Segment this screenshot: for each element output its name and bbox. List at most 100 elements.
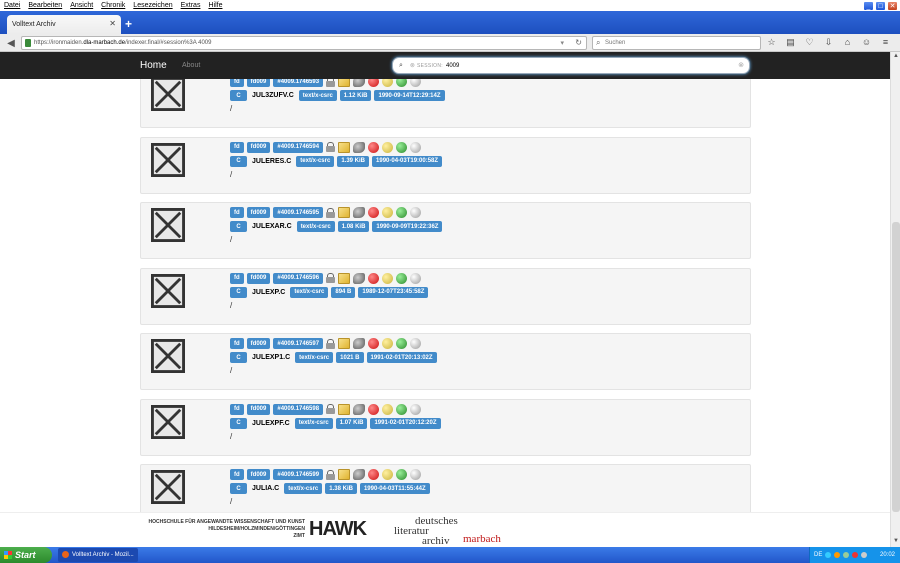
language-badge[interactable]: C [230,155,247,167]
lock-icon[interactable] [326,469,336,480]
red-status-icon[interactable] [368,338,380,349]
menu-item-chronik[interactable]: Chronik [101,2,125,9]
green-status-icon[interactable] [396,469,408,480]
hawk-logo[interactable]: HAWK [309,518,367,541]
minimize-button[interactable]: _ [863,1,874,11]
hamburger-menu-icon[interactable]: ≡ [880,37,891,48]
date-badge[interactable]: 1991-02-01T20:13:02Z [366,352,437,363]
file-path[interactable]: / [230,235,232,244]
disk-id-badge[interactable]: fd009 [246,79,271,87]
fd-badge[interactable]: fd [230,79,244,87]
file-name[interactable]: JULEXAR.C [252,223,292,230]
network-icon[interactable] [825,552,832,558]
green-status-icon[interactable] [396,338,408,349]
item-ref-badge[interactable]: #4009.1746593 [273,79,324,87]
item-ref-badge[interactable]: #4009.1746596 [273,272,324,284]
file-size-badge[interactable]: 1.38 KiB [325,483,357,494]
green-status-icon[interactable] [396,272,408,284]
image-icon[interactable] [338,79,351,87]
file-size-badge[interactable]: 1.08 KiB [337,221,370,232]
item-ref-badge[interactable]: #4009.1746598 [273,403,324,415]
page-scrollbar[interactable]: ▲ ▼ [890,52,900,547]
missing-image-icon[interactable] [151,273,185,308]
yellow-status-icon[interactable] [382,79,394,87]
missing-image-icon[interactable] [151,404,185,439]
green-status-icon[interactable] [396,141,408,153]
mime-type-badge[interactable]: text/x-csrc [290,286,329,298]
result-card[interactable]: fd fd009 #4009.1746596 C JULEXP.C text/x-csrc… [140,267,751,325]
result-card[interactable]: fd fd009 #4009.1746599 C JULIA.C text/x-csrc 1… [140,464,751,512]
result-card[interactable]: fd fd009 #4009.1746593 C JUL3ZUFV.C text/x-cs… [140,79,751,128]
mime-type-badge[interactable]: text/x-csrc [284,483,323,494]
file-path[interactable]: / [230,104,232,113]
menu-item-bearbeiten[interactable]: Bearbeiten [28,2,62,9]
image-icon[interactable] [338,141,351,153]
mime-type-badge[interactable]: text/x-csrc [298,90,337,101]
file-name[interactable]: JULERES.C [252,158,291,165]
lock-icon[interactable] [326,207,336,218]
disk-id-badge[interactable]: fd009 [246,469,271,480]
yellow-status-icon[interactable] [382,338,394,349]
red-status-icon[interactable] [368,79,380,87]
disk-id-badge[interactable]: fd009 [246,207,271,218]
pocket-icon[interactable]: ♡ [804,37,815,48]
maximize-button[interactable]: □ [875,1,886,11]
file-name[interactable]: JULEXP.C [252,289,285,296]
yellow-status-icon[interactable] [382,207,394,218]
missing-image-icon[interactable] [151,208,185,242]
grey-status-icon[interactable] [410,79,422,87]
item-ref-badge[interactable]: #4009.1746595 [273,207,324,218]
scrollbar-thumb[interactable] [892,222,900,512]
window-close-button[interactable]: ✕ [887,1,898,11]
file-size-badge[interactable]: 1.39 KiB [337,155,370,167]
tab-volltext-archiv[interactable]: Volltext Archiv ✕ [7,15,121,34]
file-path[interactable]: / [230,301,232,310]
download-icon[interactable]: ⇩ [823,37,834,48]
chat-icon[interactable]: ☺ [861,37,872,48]
menu-item-extras[interactable]: Extras [181,2,201,9]
result-card[interactable]: fd fd009 #4009.1746598 C JULEXPF.C text/x-csr… [140,398,751,456]
file-size-badge[interactable]: 894 B [331,286,356,298]
image-icon[interactable] [338,469,351,480]
file-path[interactable]: / [230,497,232,506]
missing-image-icon[interactable] [151,142,185,177]
fd-badge[interactable]: fd [230,338,244,349]
scroll-down-icon[interactable]: ▼ [892,538,900,546]
fd-badge[interactable]: fd [230,469,244,480]
url-dropdown-icon[interactable]: ▾ [560,39,564,47]
missing-image-icon[interactable] [151,339,185,373]
date-badge[interactable]: 1990-09-14T12:29:14Z [374,90,445,101]
home-link[interactable]: Home [140,60,167,71]
security-icon[interactable] [852,552,859,558]
file-path[interactable]: / [230,366,232,375]
red-status-icon[interactable] [368,141,380,153]
grey-status-icon[interactable] [410,338,422,349]
file-path[interactable]: / [230,432,232,441]
image-icon[interactable] [338,272,351,284]
grey-status-icon[interactable] [410,403,422,415]
mime-type-badge[interactable]: text/x-csrc [294,417,333,429]
language-badge[interactable]: C [230,352,247,363]
disk-id-badge[interactable]: fd009 [246,403,271,415]
image-icon[interactable] [338,207,351,218]
file-name[interactable]: JULIA.C [252,485,279,492]
lock-icon[interactable] [326,404,336,414]
tab-close-icon[interactable]: ✕ [109,19,116,28]
bookmark-star-icon[interactable]: ☆ [766,37,777,48]
fd-badge[interactable]: fd [230,403,244,415]
lock-icon[interactable] [326,338,336,349]
grey-status-icon[interactable] [410,141,422,153]
menu-item-hilfe[interactable]: Hilfe [208,2,222,9]
yellow-status-icon[interactable] [382,403,394,415]
lock-icon[interactable] [326,273,336,283]
tray-app-icon[interactable] [861,552,868,558]
search-input[interactable]: ⌕ Suchen [592,36,761,50]
date-badge[interactable]: 1990-04-03T11:55:44Z [359,483,430,494]
grey-status-icon[interactable] [410,469,422,480]
green-status-icon[interactable] [396,79,408,87]
dla-marbach-logo[interactable]: deutsches literatur archiv marbach [394,516,501,547]
disk-id-badge[interactable]: fd009 [246,272,271,284]
language-badge[interactable]: C [230,221,247,232]
file-name[interactable]: JUL3ZUFV.C [252,92,294,99]
file-size-badge[interactable]: 1.12 KiB [339,90,372,101]
